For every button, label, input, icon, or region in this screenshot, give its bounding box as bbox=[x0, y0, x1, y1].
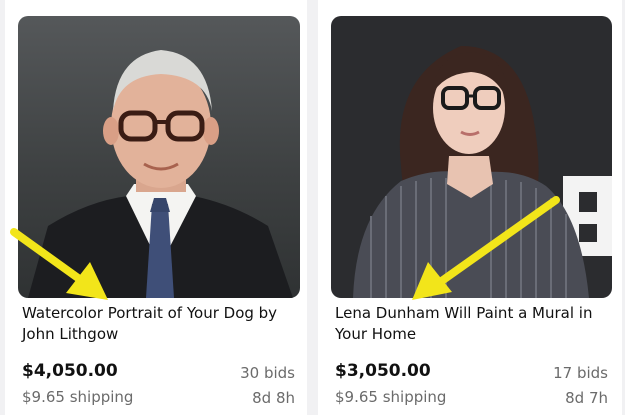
listing-card[interactable]: Lena Dunham Will Paint a Mural in Your H… bbox=[318, 0, 622, 415]
listing-shipping: $9.65 shipping bbox=[22, 388, 134, 406]
listing-bid-count: 30 bids bbox=[240, 364, 295, 382]
listing-price: $4,050.00 bbox=[22, 361, 118, 381]
listing-price: $3,050.00 bbox=[335, 361, 431, 381]
listing-title[interactable]: Watercolor Portrait of Your Dog by John … bbox=[22, 303, 294, 345]
listing-photo[interactable] bbox=[18, 16, 300, 298]
listing-shipping: $9.65 shipping bbox=[335, 388, 447, 406]
listing-time-left: 8d 8h bbox=[252, 389, 295, 407]
listing-photo[interactable] bbox=[331, 16, 612, 298]
listing-bid-count: 17 bids bbox=[553, 364, 608, 382]
listing-photo-graphic bbox=[28, 50, 293, 298]
listing-title[interactable]: Lena Dunham Will Paint a Mural in Your H… bbox=[335, 303, 607, 345]
listing-card[interactable]: Watercolor Portrait of Your Dog by John … bbox=[5, 0, 307, 415]
listing-time-left: 8d 7h bbox=[565, 389, 608, 407]
listing-photo-graphic bbox=[353, 46, 612, 298]
